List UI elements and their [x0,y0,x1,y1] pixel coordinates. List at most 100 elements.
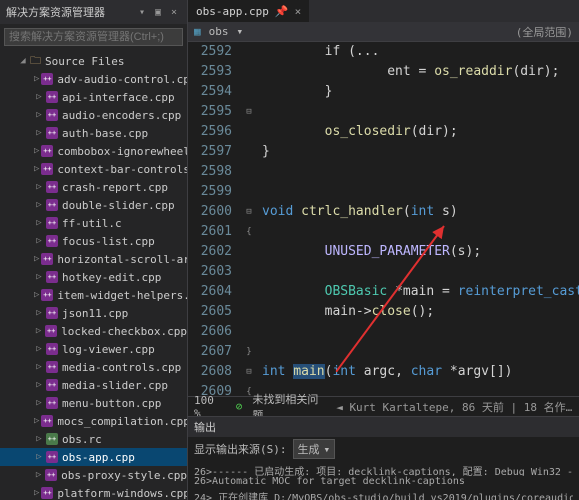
file-item[interactable]: ▷++obs.rc [0,430,187,448]
line-gutter: 2592259325942595259625972598259926002601… [188,42,242,396]
cpp-icon: ++ [46,217,58,229]
file-item[interactable]: ▷++hotkey-edit.cpp [0,268,187,286]
expand-icon[interactable]: ▷ [34,218,44,228]
expand-icon[interactable]: ▷ [34,380,44,390]
tab-obs-app[interactable]: obs-app.cpp 📌 × [188,0,310,22]
close-tab-icon[interactable]: × [295,5,302,18]
expand-icon[interactable]: ▷ [34,326,43,336]
file-item[interactable]: ▷++json11.cpp [0,304,187,322]
expand-icon[interactable]: ▷ [34,452,44,462]
blame-info: Kurt Kartaltepe, 86 天前 | 18 名作者, [349,401,573,414]
fold-column[interactable]: ⊟⊟{}⊟{⊟ [242,42,256,396]
file-item[interactable]: ▷++item-widget-helpers.cpp [0,286,187,304]
pin-icon[interactable]: ▣ [151,5,165,19]
output-line: 24> 正在创建库 D:/MyOBS/obs-studio/build_vs20… [194,489,573,500]
code-content[interactable]: if (... ent = os_readdir(dir); } os_clos… [256,42,579,396]
expand-icon[interactable]: ▷ [34,272,44,282]
file-item[interactable]: ▷++context-bar-controls.cpp [0,160,187,178]
file-item[interactable]: ▷++locked-checkbox.cpp [0,322,187,340]
expand-icon[interactable]: ▷ [34,200,44,210]
expand-icon[interactable]: ▷ [34,416,39,426]
pin-icon[interactable]: 📌 [275,5,289,18]
file-item[interactable]: ▷++crash-report.cpp [0,178,187,196]
cpp-icon: ++ [46,361,58,373]
file-item[interactable]: ▷++obs-proxy-style.cpp [0,466,187,484]
expand-icon[interactable]: ▷ [34,290,39,300]
expand-icon[interactable]: ▷ [34,434,44,444]
expand-icon[interactable]: ▷ [34,344,44,354]
file-item[interactable]: ▷++audio-encoders.cpp [0,106,187,124]
cpp-icon: ▦ [194,25,201,38]
file-item[interactable]: ▷++mocs_compilation.cpp [0,412,187,430]
cpp-icon: ++ [41,415,53,427]
chevron-down-icon[interactable]: ▾ [237,25,244,38]
cpp-icon: ++ [41,253,53,265]
expand-icon[interactable]: ▷ [34,488,39,498]
output-line: 26>------ 已启动生成: 项目: decklink-captions, … [194,463,573,476]
expand-icon[interactable]: ▷ [34,128,44,138]
file-item[interactable]: ▷++focus-list.cpp [0,232,187,250]
file-item[interactable]: ▷++media-slider.cpp [0,376,187,394]
output-title: 输出 [188,417,579,437]
file-item[interactable]: ▷++adv-audio-control.cpp [0,70,187,88]
expand-icon[interactable]: ▷ [34,236,44,246]
file-item[interactable]: ▷++double-slider.cpp [0,196,187,214]
file-item[interactable]: ▷++ff-util.c [0,214,187,232]
file-item[interactable]: ▷++auth-base.cpp [0,124,187,142]
output-body[interactable]: 26>------ 已启动生成: 项目: decklink-captions, … [188,461,579,500]
expand-icon[interactable]: ▷ [34,74,39,84]
file-tree[interactable]: ◢🗀Source Files▷++adv-audio-control.cpp▷+… [0,50,187,500]
file-item[interactable]: ▷++api-interface.cpp [0,88,187,106]
file-item[interactable]: ▷++menu-button.cpp [0,394,187,412]
check-icon: ⊘ [236,400,243,413]
file-item[interactable]: ▷++horizontal-scroll-area.cpp [0,250,187,268]
sidebar-header: 解决方案资源管理器 ▾ ▣ × [0,0,187,24]
expand-icon[interactable]: ▷ [34,470,43,480]
solution-explorer: 解决方案资源管理器 ▾ ▣ × ◢🗀Source Files▷++adv-aud… [0,0,188,500]
expand-icon[interactable]: ▷ [34,146,39,156]
nav-bar: ▦ obs ▾ (全局范围) [188,22,579,42]
expand-icon[interactable]: ▷ [34,254,39,264]
cpp-icon: ++ [46,181,58,193]
file-item[interactable]: ▷++log-viewer.cpp [0,340,187,358]
tab-bar: obs-app.cpp 📌 × [188,0,579,22]
file-item[interactable]: ▷++combobox-ignorewheel.cpp [0,142,187,160]
cpp-icon: ++ [45,325,57,337]
cpp-icon: ++ [46,91,58,103]
file-item[interactable]: ▷++platform-windows.cpp [0,484,187,500]
search-input[interactable] [4,28,183,46]
cpp-icon: ++ [41,289,53,301]
expand-icon[interactable]: ▷ [34,182,44,192]
output-line: 26>Automatic MOC for target decklink-cap… [194,476,573,489]
chevron-down-icon: ▾ [324,443,331,456]
folder-icon: 🗀 [30,52,41,71]
cpp-icon: ++ [41,163,53,175]
dropdown-icon[interactable]: ▾ [135,5,149,19]
expand-icon[interactable]: ▷ [34,308,44,318]
nav-scope[interactable]: obs [209,25,229,38]
cpp-icon: ++ [46,109,58,121]
nav-scope-right[interactable]: (全局范围) [516,24,573,40]
file-item[interactable]: ▷++obs-app.cpp [0,448,187,466]
expand-icon[interactable]: ▷ [34,92,44,102]
expand-icon[interactable]: ▷ [34,362,44,372]
expand-icon[interactable]: ▷ [34,164,39,174]
output-source-dropdown[interactable]: 生成▾ [293,439,336,459]
folder-source-files[interactable]: ◢🗀Source Files [0,52,187,70]
code-editor[interactable]: 2592259325942595259625972598259926002601… [188,42,579,396]
file-item[interactable]: ▷++media-controls.cpp [0,358,187,376]
tab-label: obs-app.cpp [196,5,269,18]
rc-icon: ++ [46,433,58,445]
cpp-icon: ++ [46,235,58,247]
cpp-icon: ++ [45,469,57,481]
collapse-icon[interactable]: ◢ [18,56,28,66]
cpp-icon: ++ [46,397,58,409]
expand-icon[interactable]: ▷ [34,398,44,408]
sidebar-title: 解决方案资源管理器 [6,4,135,20]
expand-icon[interactable]: ▷ [34,110,44,120]
close-icon[interactable]: × [167,5,181,19]
cpp-icon: ++ [46,127,58,139]
editor-area: obs-app.cpp 📌 × ▦ obs ▾ (全局范围) 259225932… [188,0,579,500]
cpp-icon: ++ [41,73,53,85]
cpp-icon: ++ [46,307,58,319]
